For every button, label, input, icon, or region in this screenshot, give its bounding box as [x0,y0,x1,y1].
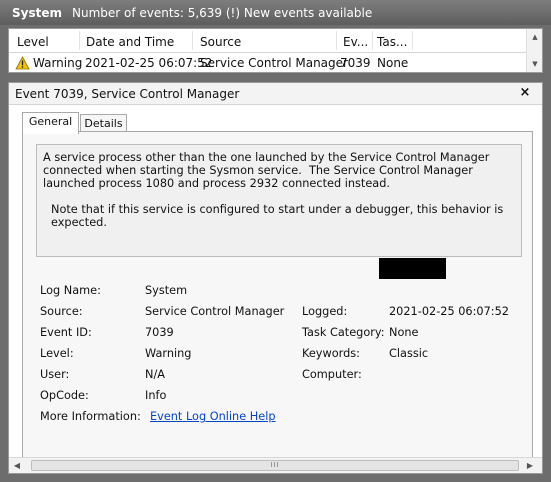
event-source: Service Control Manager [200,56,348,70]
task-category-value: None [389,326,419,339]
close-icon[interactable]: × [518,86,532,100]
event-viewer-window: System Number of events: 5,639 (!) New e… [0,0,551,482]
user-label: User: [40,368,70,381]
event-description: A service process other than the one lau… [36,144,522,257]
column-separator[interactable] [79,31,80,50]
logged-label: Logged: [302,305,348,318]
scroll-left-icon[interactable]: ◀ [13,461,21,471]
source-label: Source: [40,305,83,318]
event-id: 7039 [340,56,371,70]
opcode-label: OpCode: [40,389,89,402]
column-level[interactable]: Level [17,34,87,50]
warning-icon [15,56,30,70]
tab-general[interactable]: General [22,112,79,134]
log-header: System Number of events: 5,639 (!) New e… [0,0,551,25]
event-level: Warning [33,56,83,70]
detail-horizontal-scrollbar[interactable]: ◀ III ▶ [9,457,542,473]
user-value: N/A [145,368,165,381]
event-list-scrollbar[interactable]: ▲ ▼ [526,29,542,72]
event-list-header: Level Date and Time Source Ev... Tas... [9,29,527,53]
column-date-time[interactable]: Date and Time [86,34,196,50]
scroll-down-icon[interactable]: ▼ [531,60,539,68]
scroll-up-icon[interactable]: ▲ [531,33,539,41]
event-detail-pane: Event 7039, Service Control Manager × Ge… [8,82,543,474]
keywords-label: Keywords: [302,347,360,360]
event-count: Number of events: 5,639 (!) New events a… [72,5,373,20]
level-label: Level: [40,347,74,360]
logged-value: 2021-02-25 06:07:52 [389,305,509,318]
source-value: Service Control Manager [145,305,285,318]
column-separator[interactable] [372,31,373,50]
description-main: A service process other than the one lau… [43,151,493,190]
event-id-value: 7039 [145,326,174,339]
event-task: None [377,56,409,70]
task-category-label: Task Category: [302,326,385,339]
column-source[interactable]: Source [200,34,340,50]
event-detail-title: Event 7039, Service Control Manager [9,83,542,105]
event-fields: Log Name: System Source: Service Control… [23,277,532,423]
opcode-value: Info [145,389,167,402]
level-value: Warning [145,347,192,360]
scrollbar-thumb[interactable]: III [31,460,519,471]
column-separator[interactable] [192,31,193,50]
event-id-label: Event ID: [40,326,92,339]
log-name-label: Log Name: [40,284,101,297]
keywords-value: Classic [389,347,429,360]
event-log-online-help-link[interactable]: Event Log Online Help [150,409,276,425]
scroll-right-icon[interactable]: ▶ [526,461,534,471]
log-title: System [12,5,62,20]
event-date-time: 2021-02-25 06:07:52 [85,56,213,70]
column-separator[interactable] [336,31,337,50]
column-task[interactable]: Tas... [377,34,412,50]
computer-label: Computer: [302,368,362,381]
computer-redaction [379,258,446,279]
general-tab-content: A service process other than the one lau… [22,131,533,464]
column-separator[interactable] [412,31,413,50]
event-row[interactable]: Warning 2021-02-25 06:07:52 Service Cont… [9,54,527,72]
description-note: Note that if this service is configured … [51,203,507,229]
more-info-label: More Information: [40,410,141,423]
event-list-pane: Level Date and Time Source Ev... Tas... … [8,28,543,73]
log-name-value: System [145,284,188,297]
